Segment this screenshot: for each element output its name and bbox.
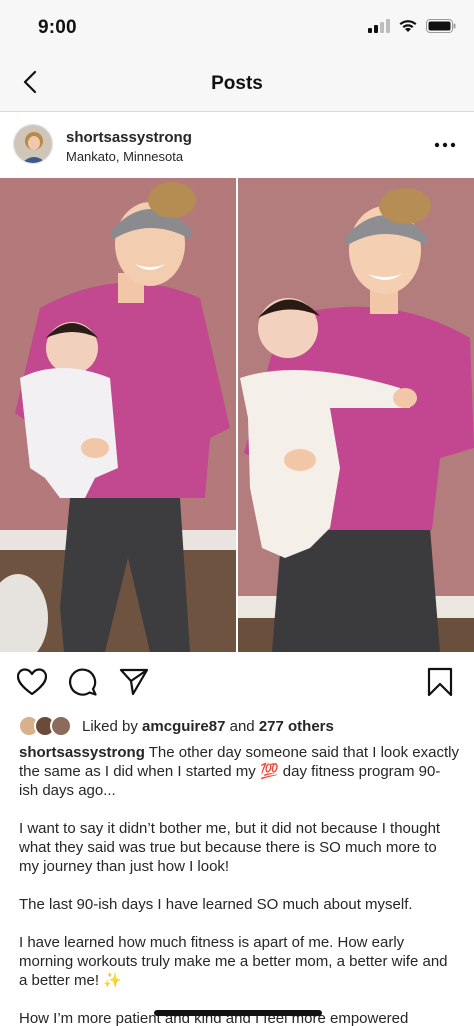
photo-right: [238, 178, 474, 652]
liker-username[interactable]: amcguire87: [142, 718, 225, 735]
like-button[interactable]: [16, 667, 48, 701]
heart-icon: [16, 667, 48, 701]
page-title: Posts: [211, 73, 263, 94]
likes-others[interactable]: 277 others: [259, 718, 334, 735]
photo-left: [0, 178, 237, 652]
likes-prefix: Liked by: [82, 717, 143, 735]
likes-text: Liked by amcguire87 and 277 others: [82, 718, 334, 735]
post-location[interactable]: Mankato, Minnesota: [66, 149, 183, 164]
status-icons: [368, 19, 456, 38]
post-image[interactable]: [0, 178, 474, 652]
wifi-icon: [398, 19, 418, 38]
battery-icon: [426, 19, 456, 38]
home-indicator[interactable]: [154, 1010, 322, 1016]
likes-row[interactable]: Liked by amcguire87 and 277 others: [18, 714, 334, 738]
bookmark-icon: [427, 667, 453, 702]
more-horizontal-icon: [434, 138, 456, 155]
caption-paragraph: I want to say it didn’t bother me, but i…: [19, 820, 441, 875]
signal-icon: [368, 19, 390, 38]
caption-paragraph: shortsassystrong The other day someone s…: [19, 743, 459, 800]
post-header: shortsassystrong Mankato, Minnesota: [0, 112, 474, 178]
send-icon: [119, 668, 149, 701]
caption-paragraph: I have learned how much fitness is apart…: [19, 934, 448, 989]
status-bar: 9:00: [0, 0, 474, 56]
save-button[interactable]: [424, 667, 456, 702]
more-options-button[interactable]: [434, 138, 456, 150]
post-caption: shortsassystrong The other day someone s…: [19, 743, 459, 1026]
action-bar: [0, 662, 474, 706]
status-time: 9:00: [38, 17, 77, 38]
post-username[interactable]: shortsassystrong: [66, 129, 192, 146]
caption-username[interactable]: shortsassystrong: [19, 744, 145, 761]
comment-icon: [68, 667, 98, 702]
nav-bar: Posts: [0, 56, 474, 112]
likes-middle: and: [225, 717, 259, 735]
liker-avatar: [50, 715, 72, 737]
liker-avatars: [18, 715, 74, 737]
avatar[interactable]: [13, 124, 53, 164]
caption-paragraph: The last 90-ish days I have learned SO m…: [19, 896, 413, 913]
comment-button[interactable]: [67, 667, 99, 702]
share-button[interactable]: [118, 668, 150, 700]
